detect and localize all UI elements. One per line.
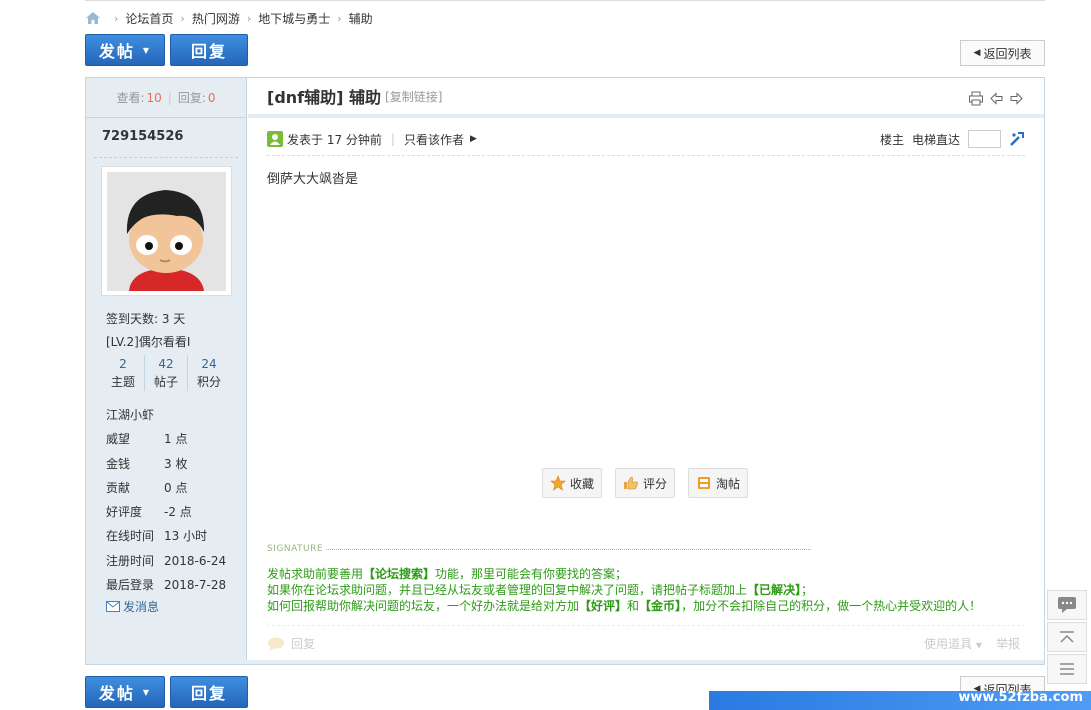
profile-row: 贡献 0 点 [106,480,188,495]
post-title: [dnf辅助] 辅助 [267,88,382,107]
post-footer: 回复 使用道具 ▼ 举报 [267,635,1025,652]
author-counts: 2 主题 42 帖子 24 积分 [102,355,230,391]
triangle-left-icon: ◀ [973,48,981,58]
online-status-icon [267,131,283,147]
list-float[interactable] [1047,654,1087,684]
floor-label: 楼主 [879,132,904,147]
profile-row: 金钱 3 枚 [106,456,188,471]
profile-row: 威望 1 点 [106,432,188,447]
reply-count: 0 [207,90,216,105]
elevator-label: 电梯直达 [911,132,960,147]
avatar[interactable] [101,166,232,296]
previous-thread-icon[interactable] [989,91,1004,106]
signature-line: 如何回报帮助你解决问题的坛友，一个好办法就是给对方加【好评】和【金币】，加分不会… [267,599,982,613]
user-rank: 江湖小虾 [106,408,155,422]
profile-row: 最后登录 2018-7-28 [106,578,227,593]
signature-line: 如果你在论坛求助问题，并且已经从坛友或者管理的回复中解决了问题，请把帖子标题加上… [267,583,814,597]
tray-icon [698,477,711,489]
print-icon[interactable] [968,91,984,106]
reply-button[interactable]: 回复 [170,34,248,66]
user-level[interactable]: [LV.2]偶尔看看I [106,331,190,354]
floor-jump-input[interactable] [968,130,1001,148]
thread-stats: 查看: 10 | 回复: 0 [86,78,246,118]
only-author-link[interactable]: 只看该作者 [404,131,464,148]
reply-bubble-icon [268,637,284,651]
meta-divider [267,155,1025,156]
author-info: 签到天数: 3 天 [LV.2]偶尔看看I [106,308,190,354]
quick-reply-float[interactable] [1047,590,1087,620]
rate-button[interactable]: 评分 [615,468,676,498]
chevron-down-icon: ▼ [975,641,982,650]
elevator-go-icon[interactable] [1009,131,1025,147]
author-sidebar: 查看: 10 | 回复: 0 729154526 签到天数: 3 天 [LV.2… [86,78,247,664]
chevron-down-icon: ▼ [142,45,152,55]
breadcrumb-dnf[interactable]: 地下城与勇士 [258,10,330,27]
comment-icon [1058,597,1076,613]
count-threads[interactable]: 2 主题 [102,355,145,391]
post-meta: 发表于 17 分钟前 | 只看该作者 ▶ 楼主 电梯直达 [267,128,1025,150]
site-watermark: www.52fzba.com [709,691,1091,710]
back-to-list-button[interactable]: ◀ 返回列表 [960,40,1045,66]
breadcrumb-separator: › [114,11,119,25]
title-icons [968,91,1024,106]
post-content: 倒萨大大飒沓是 [267,172,359,187]
post-main: [dnf辅助] 辅助 [复制链接] 发表于 17 分钟前 | 只看该作者 ▶ 楼… [248,78,1044,664]
favorite-button[interactable]: 收藏 [542,468,603,498]
star-icon [550,475,566,491]
thumbs-up-icon [624,476,638,490]
next-thread-icon[interactable] [1009,91,1024,106]
post-button-bottom[interactable]: 发帖 ▼ [85,676,165,708]
report-link[interactable]: 举报 [996,635,1020,652]
post-container: 查看: 10 | 回复: 0 729154526 签到天数: 3 天 [LV.2… [85,77,1045,665]
chevron-down-icon: ▼ [142,687,152,697]
signature-label: SIGNATURE [267,544,812,554]
floor-controls: 楼主 电梯直达 [880,128,1025,150]
breadcrumb: › 论坛首页 › 热门网游 › 地下城与勇士 › 辅助 [85,9,373,27]
profile-row: 注册时间 2018-6-24 [106,553,227,568]
envelope-icon [106,601,120,612]
post-time: 发表于 17 分钟前 [287,132,382,147]
post-actions: 收藏 评分 淘帖 [542,468,749,498]
avatar-image [107,172,226,291]
send-message-link[interactable]: 发消息 [106,598,159,615]
triangle-right-icon: ▶ [469,134,477,144]
author-profile: 江湖小虾 威望 1 点 金钱 3 枚 贡献 0 点 好评度 -2 点 在线时间 13 小时… [106,403,226,597]
sign-days: 签到天数: 3 天 [106,312,186,326]
profile-row: 好评度 -2 点 [106,505,192,520]
home-icon[interactable] [85,11,101,25]
signature-line: 发帖求助前要善用【论坛搜索】功能，那里可能会有你要找的答案； [267,567,628,581]
breadcrumb-hot-games[interactable]: 热门网游 [192,10,240,27]
share-button[interactable]: 淘帖 [688,468,749,498]
post-bottom-bar [86,660,1044,664]
breadcrumb-forum-home[interactable]: 论坛首页 [125,10,173,27]
author-name[interactable]: 729154526 [94,118,238,158]
arrow-up-icon [1060,631,1074,643]
copy-link-button[interactable]: [复制链接] [385,88,442,105]
back-to-top-float[interactable] [1047,622,1087,652]
post-title-row: [dnf辅助] 辅助 [复制链接] [248,78,1044,118]
footer-right: 使用道具 ▼ 举报 [924,635,1020,652]
top-divider [85,0,1045,1]
view-count: 10 [146,90,162,105]
use-tools-menu[interactable]: 使用道具 ▼ [924,635,982,652]
profile-row: 在线时间 13 小时 [106,529,208,544]
post-button[interactable]: 发帖 ▼ [85,34,165,66]
list-icon [1060,663,1074,675]
count-posts[interactable]: 42 帖子 [145,355,188,391]
breadcrumb-assist[interactable]: 辅助 [349,10,373,27]
count-points[interactable]: 24 积分 [188,355,230,391]
post-title-tag[interactable]: [dnf辅助] [267,88,343,107]
footer-reply-link[interactable]: 回复 [291,635,315,652]
signature: 发帖求助前要善用【论坛搜索】功能，那里可能会有你要找的答案； 如果你在论坛求助问… [267,566,981,614]
footer-divider [267,625,1025,626]
reply-button-bottom[interactable]: 回复 [170,676,248,708]
